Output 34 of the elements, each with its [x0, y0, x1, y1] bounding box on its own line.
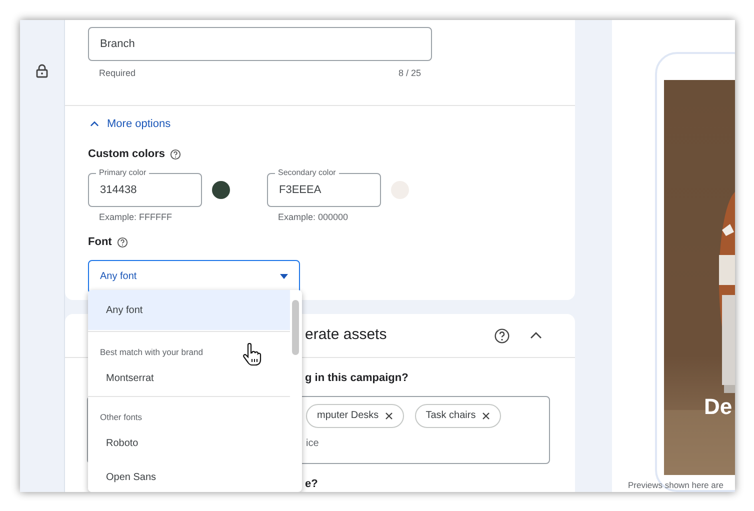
field-label: Primary color [96, 168, 150, 178]
input-text: ice [306, 436, 320, 450]
headline-text: De [704, 396, 732, 418]
question-text: g in this campaign? [305, 371, 410, 386]
example-text: Example: 000000 [278, 210, 350, 224]
helper-text: Required [99, 67, 136, 80]
lock-icon [36, 64, 48, 78]
hand-cursor-icon [242, 343, 262, 367]
keyword-chip[interactable]: mputer Desks [306, 404, 404, 428]
group-header: Best match with your brand [100, 347, 204, 357]
help-icon[interactable] [116, 236, 128, 248]
chevron-icon[interactable] [530, 332, 542, 339]
field-label: Secondary color [275, 168, 339, 178]
keyword-chip[interactable]: Task chairs [414, 404, 501, 428]
menu-item[interactable]: Any font [88, 290, 290, 330]
scrollbar-thumb[interactable] [292, 300, 299, 355]
help-icon[interactable] [170, 148, 182, 160]
example-text: Example: FFFFFF [99, 210, 174, 224]
section-label: Font [88, 235, 112, 250]
help-icon[interactable] [494, 328, 510, 344]
group-header: Other fonts [100, 412, 144, 422]
close-icon[interactable] [384, 412, 393, 420]
field-value: 314438 [100, 183, 137, 198]
character-counter: 8 / 25 [398, 67, 421, 80]
field-value: F3EEEA [279, 183, 322, 198]
question-text: e? [305, 476, 319, 492]
preview-note: Previews shown here are [628, 480, 724, 490]
close-icon[interactable] [482, 412, 490, 420]
more-options-link[interactable]: More options [90, 116, 171, 132]
section-label: Custom colors [88, 147, 166, 162]
menu-item[interactable]: Open Sans [88, 460, 290, 492]
caret-icon [280, 274, 288, 279]
text-field[interactable]: Branch [88, 27, 432, 61]
card-title: erate assets [305, 325, 388, 346]
